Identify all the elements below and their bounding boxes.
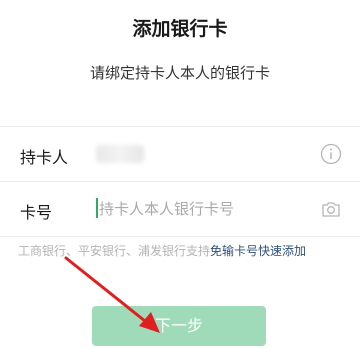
card-number-input[interactable] (96, 198, 296, 220)
quick-add-hint: 工商银行、平安银行、浦发银行支持免输卡号快速添加 (18, 242, 348, 259)
holder-label: 持卡人 (20, 148, 69, 167)
page-subtitle: 请绑定持卡人本人的银行卡 (89, 64, 270, 82)
card-form: 持卡人 卡号 (0, 126, 360, 237)
next-button[interactable]: 下一步 (92, 306, 266, 346)
holder-row: 持卡人 (0, 127, 360, 182)
info-icon[interactable] (320, 143, 342, 165)
page-title: 添加银行卡 (132, 18, 228, 40)
card-number-label: 卡号 (20, 203, 53, 222)
camera-icon[interactable] (320, 198, 342, 220)
quick-add-link[interactable]: 免输卡号快速添加 (210, 244, 306, 258)
hint-text: 工商银行、平安银行、浦发银行支持 (18, 244, 211, 258)
add-bank-card-page: 添加银行卡 请绑定持卡人本人的银行卡 持卡人 卡号 工商银行、平安银行、浦发银行… (0, 0, 360, 349)
text-cursor (96, 198, 98, 218)
card-number-row: 卡号 (0, 182, 360, 237)
holder-name-blurred (96, 145, 144, 163)
